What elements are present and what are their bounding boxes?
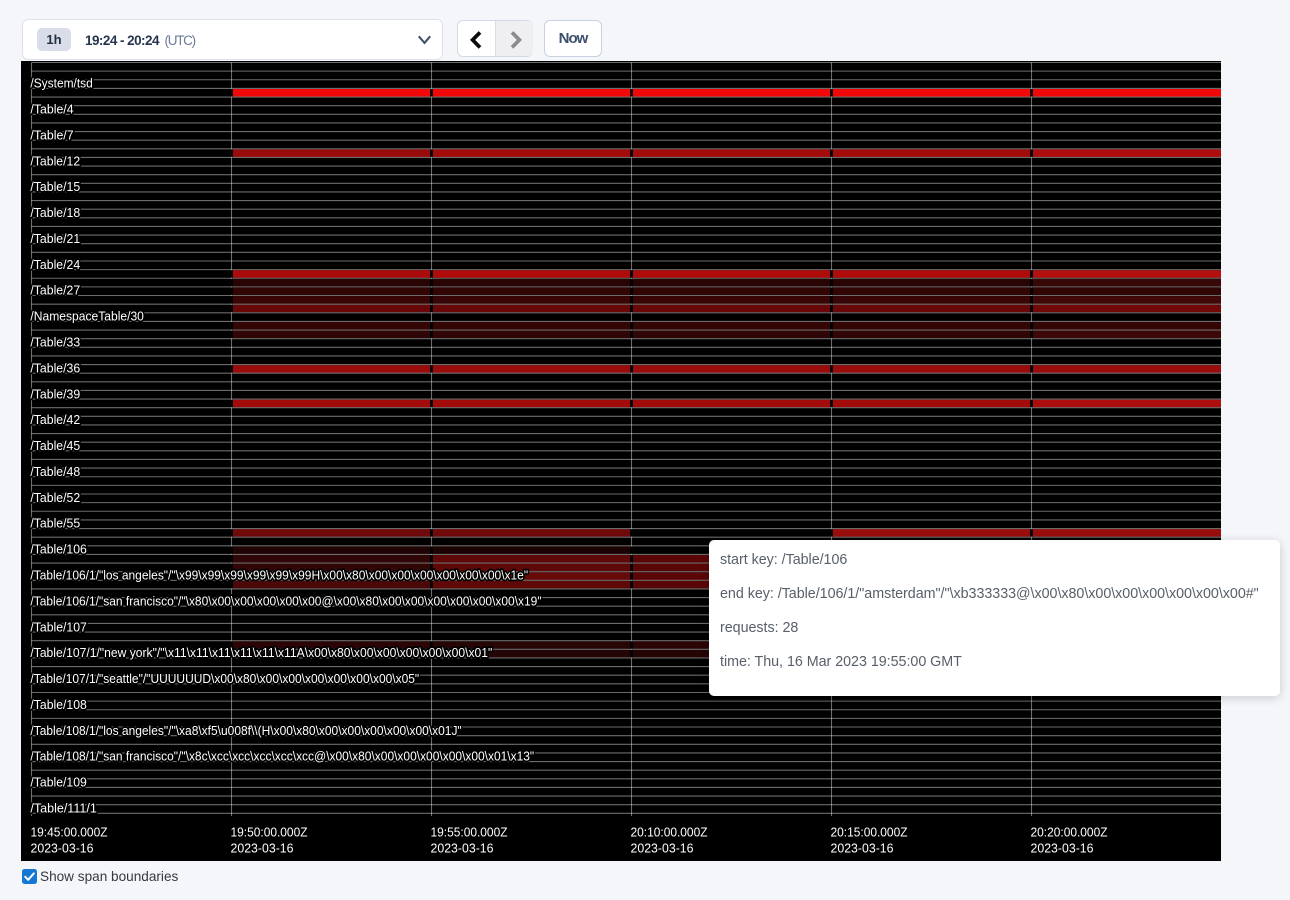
svg-text:/Table/18: /Table/18 (30, 205, 80, 220)
svg-text:19:45:00.000Z: 19:45:00.000Z (31, 824, 108, 839)
svg-text:/Table/15: /Table/15 (30, 179, 80, 194)
svg-text:/Table/42: /Table/42 (30, 412, 80, 427)
svg-text:20:15:00.000Z: 20:15:00.000Z (831, 824, 908, 839)
svg-text:2023-03-16: 2023-03-16 (631, 840, 694, 855)
svg-text:2023-03-16: 2023-03-16 (231, 840, 294, 855)
svg-text:/Table/27: /Table/27 (30, 282, 80, 297)
svg-text:20:20:00.000Z: 20:20:00.000Z (1031, 824, 1108, 839)
svg-text:/Table/108/1/"los angeles"/"\x: /Table/108/1/"los angeles"/"\xa8\xf5\u00… (30, 722, 462, 737)
svg-text:19:55:00.000Z: 19:55:00.000Z (431, 824, 508, 839)
svg-text:/Table/12: /Table/12 (30, 153, 80, 168)
svg-text:/System/tsd: /System/tsd (30, 75, 92, 90)
svg-text:/Table/107: /Table/107 (30, 619, 86, 634)
svg-text:20:10:00.000Z: 20:10:00.000Z (631, 824, 708, 839)
svg-text:2023-03-16: 2023-03-16 (431, 840, 494, 855)
svg-text:/Table/21: /Table/21 (30, 230, 80, 245)
svg-text:/NamespaceTable/30: /NamespaceTable/30 (30, 308, 143, 323)
svg-text:/Table/24: /Table/24 (30, 256, 80, 271)
svg-text:/Table/39: /Table/39 (30, 386, 80, 401)
svg-text:/Table/33: /Table/33 (30, 334, 80, 349)
svg-text:/Table/48: /Table/48 (30, 463, 80, 478)
svg-text:/Table/107/1/"new york"/"\x11\: /Table/107/1/"new york"/"\x11\x11\x11\x1… (30, 645, 492, 660)
svg-text:/Table/106/1/"los angeles"/"\x: /Table/106/1/"los angeles"/"\x99\x99\x99… (30, 567, 528, 582)
svg-text:2023-03-16: 2023-03-16 (831, 840, 894, 855)
svg-text:/Table/55: /Table/55 (30, 515, 80, 530)
svg-text:/Table/111/1: /Table/111/1 (30, 800, 96, 815)
svg-text:/Table/52: /Table/52 (30, 489, 80, 504)
svg-text:/Table/109: /Table/109 (30, 774, 86, 789)
svg-text:2023-03-16: 2023-03-16 (31, 840, 94, 855)
svg-text:/Table/107/1/"seattle"/"UUUUUU: /Table/107/1/"seattle"/"UUUUUUD\x00\x80\… (30, 671, 419, 686)
svg-text:/Table/108: /Table/108 (30, 696, 86, 711)
svg-text:19:50:00.000Z: 19:50:00.000Z (231, 824, 308, 839)
svg-text:/Table/36: /Table/36 (30, 360, 80, 375)
svg-text:/Table/4: /Table/4 (30, 101, 73, 116)
svg-text:/Table/7: /Table/7 (30, 127, 73, 142)
svg-text:/Table/108/1/"san francisco"/": /Table/108/1/"san francisco"/"\x8c\xcc\x… (30, 748, 534, 763)
svg-text:/Table/106/1/"san francisco"/": /Table/106/1/"san francisco"/"\x80\x00\x… (30, 593, 541, 608)
svg-text:/Table/106: /Table/106 (30, 541, 86, 556)
svg-text:2023-03-16: 2023-03-16 (1031, 840, 1094, 855)
svg-text:/Table/45: /Table/45 (30, 438, 80, 453)
